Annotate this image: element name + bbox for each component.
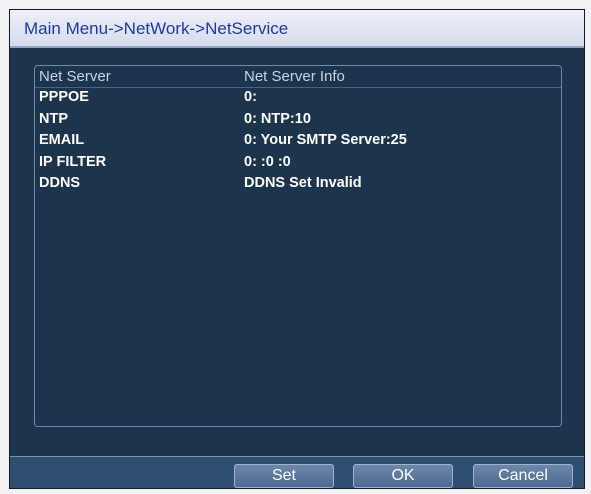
net-server-info: 0: <box>244 89 257 105</box>
netservice-window: Main Menu->NetWork->NetService Net Serve… <box>9 9 585 489</box>
column-header-net-server-info: Net Server Info <box>244 68 345 85</box>
table-body: PPPOE 0: NTP 0: NTP:10 EMAIL 0: Your SMT… <box>35 88 561 196</box>
title-bar: Main Menu->NetWork->NetService <box>10 10 584 48</box>
net-server-info: 0: NTP:10 <box>244 110 311 127</box>
table-row-ddns[interactable]: DDNS DDNS Set Invalid <box>35 174 561 196</box>
table-row-ip-filter[interactable]: IP FILTER 0: :0 :0 <box>35 153 561 175</box>
table-row-email[interactable]: EMAIL 0: Your SMTP Server:25 <box>35 131 561 153</box>
cancel-button[interactable]: Cancel <box>473 464 573 488</box>
net-service-table: Net Server Net Server Info PPPOE 0: NTP … <box>34 65 562 427</box>
net-server-name: PPPOE <box>39 89 89 105</box>
button-bar: Set OK Cancel <box>10 456 584 488</box>
ok-button[interactable]: OK <box>353 464 453 488</box>
table-row-pppoe[interactable]: PPPOE 0: <box>35 88 561 110</box>
net-server-name: DDNS <box>39 175 81 191</box>
column-header-net-server: Net Server <box>39 68 111 85</box>
net-server-name: NTP <box>39 110 68 127</box>
net-server-info: DDNS Set Invalid <box>244 175 362 191</box>
table-row-ntp[interactable]: NTP 0: NTP:10 <box>35 110 561 132</box>
set-button[interactable]: Set <box>234 464 334 488</box>
table-header: Net Server Net Server Info <box>35 66 561 88</box>
window-title: Main Menu->NetWork->NetService <box>24 19 289 38</box>
net-server-info: 0: Your SMTP Server:25 <box>244 132 407 148</box>
net-server-info: 0: :0 :0 <box>244 153 291 170</box>
net-server-name: EMAIL <box>39 132 85 148</box>
net-server-name: IP FILTER <box>39 153 107 170</box>
